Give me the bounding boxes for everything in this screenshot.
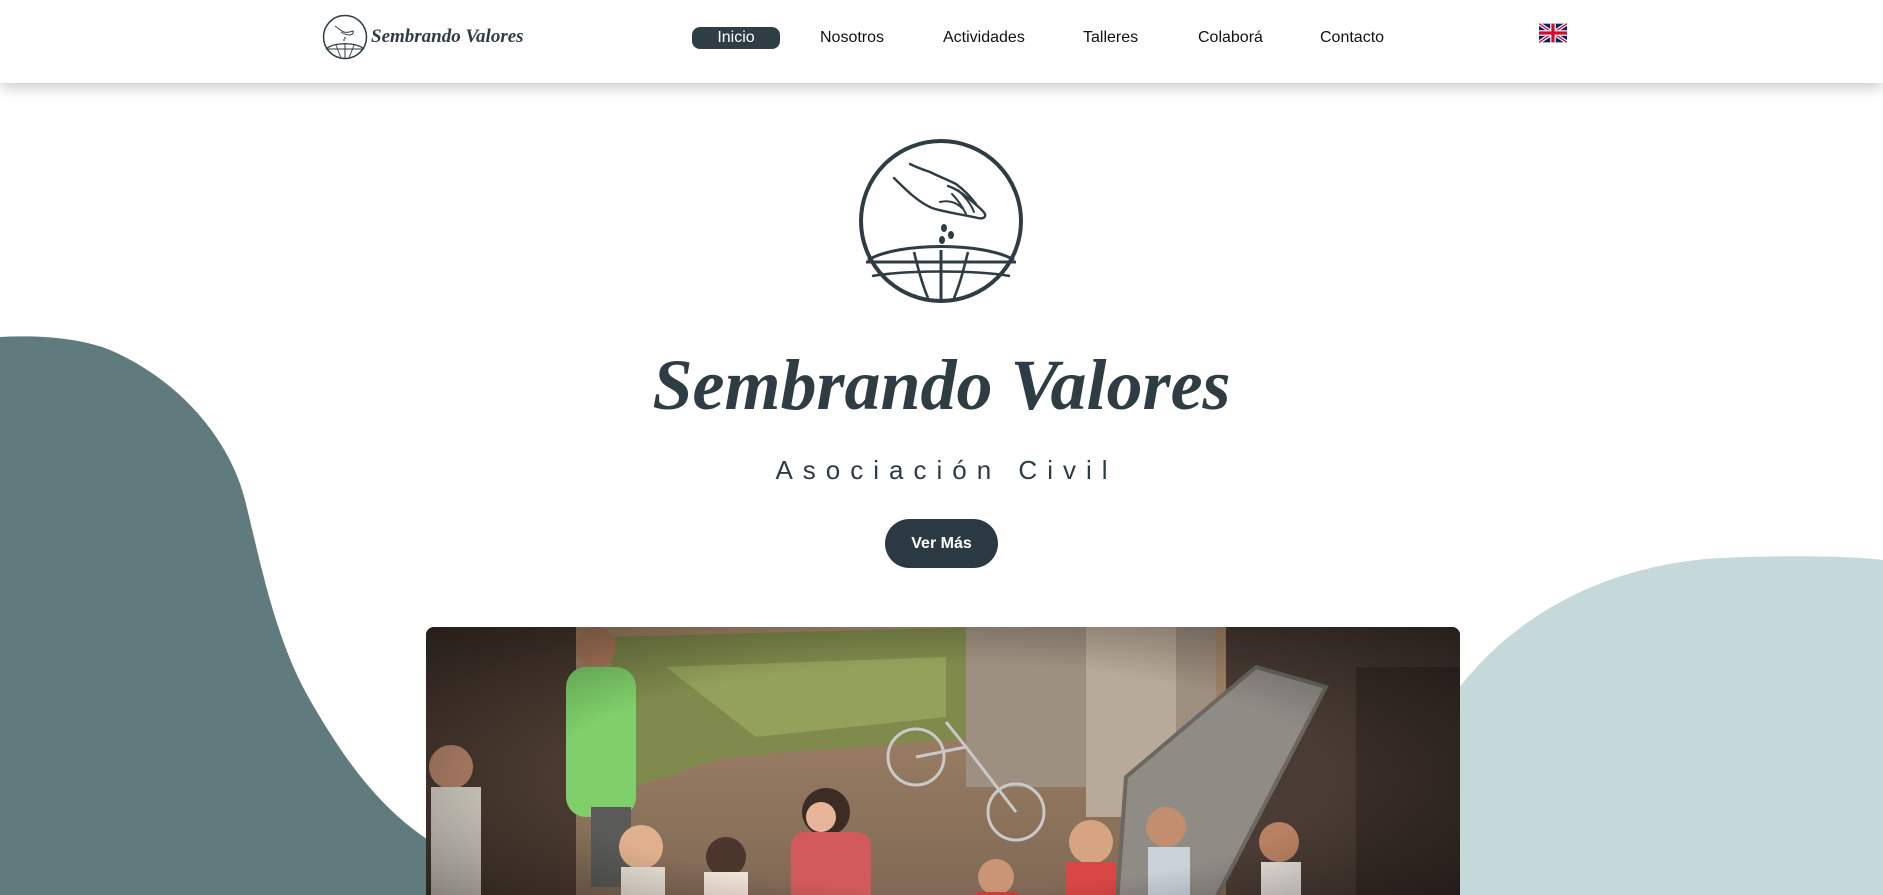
hero-title: Sembrando Valores [652, 345, 1231, 425]
nav-item-actividades[interactable]: Actividades [943, 27, 1025, 49]
brand-name[interactable]: Sembrando Valores [371, 26, 524, 48]
hero-subtitle: Asociación Civil [775, 455, 1118, 485]
uk-flag-icon[interactable] [1539, 22, 1567, 44]
hand-sowing-seeds-globe-icon [859, 139, 1023, 303]
brand-link[interactable]: Sembrando Valores [322, 14, 524, 60]
ver-mas-button[interactable]: Ver Más [885, 519, 998, 568]
right-blob-shape [1440, 556, 1883, 895]
nav-item-contacto[interactable]: Contacto [1320, 27, 1384, 49]
hero-photo [426, 627, 1460, 895]
nav-item-nosotros[interactable]: Nosotros [820, 27, 884, 49]
nav-item-talleres[interactable]: Talleres [1083, 27, 1138, 49]
nav-item-inicio[interactable]: Inicio [692, 27, 780, 49]
brand-logo-icon [322, 14, 368, 60]
nav-item-colabora[interactable]: Colaborá [1198, 27, 1263, 49]
page: Sembrando Valores Inicio Nosotros Activi… [0, 0, 1883, 895]
community-children-photo [426, 627, 1460, 895]
site-header: Sembrando Valores Inicio Nosotros Activi… [0, 0, 1883, 83]
